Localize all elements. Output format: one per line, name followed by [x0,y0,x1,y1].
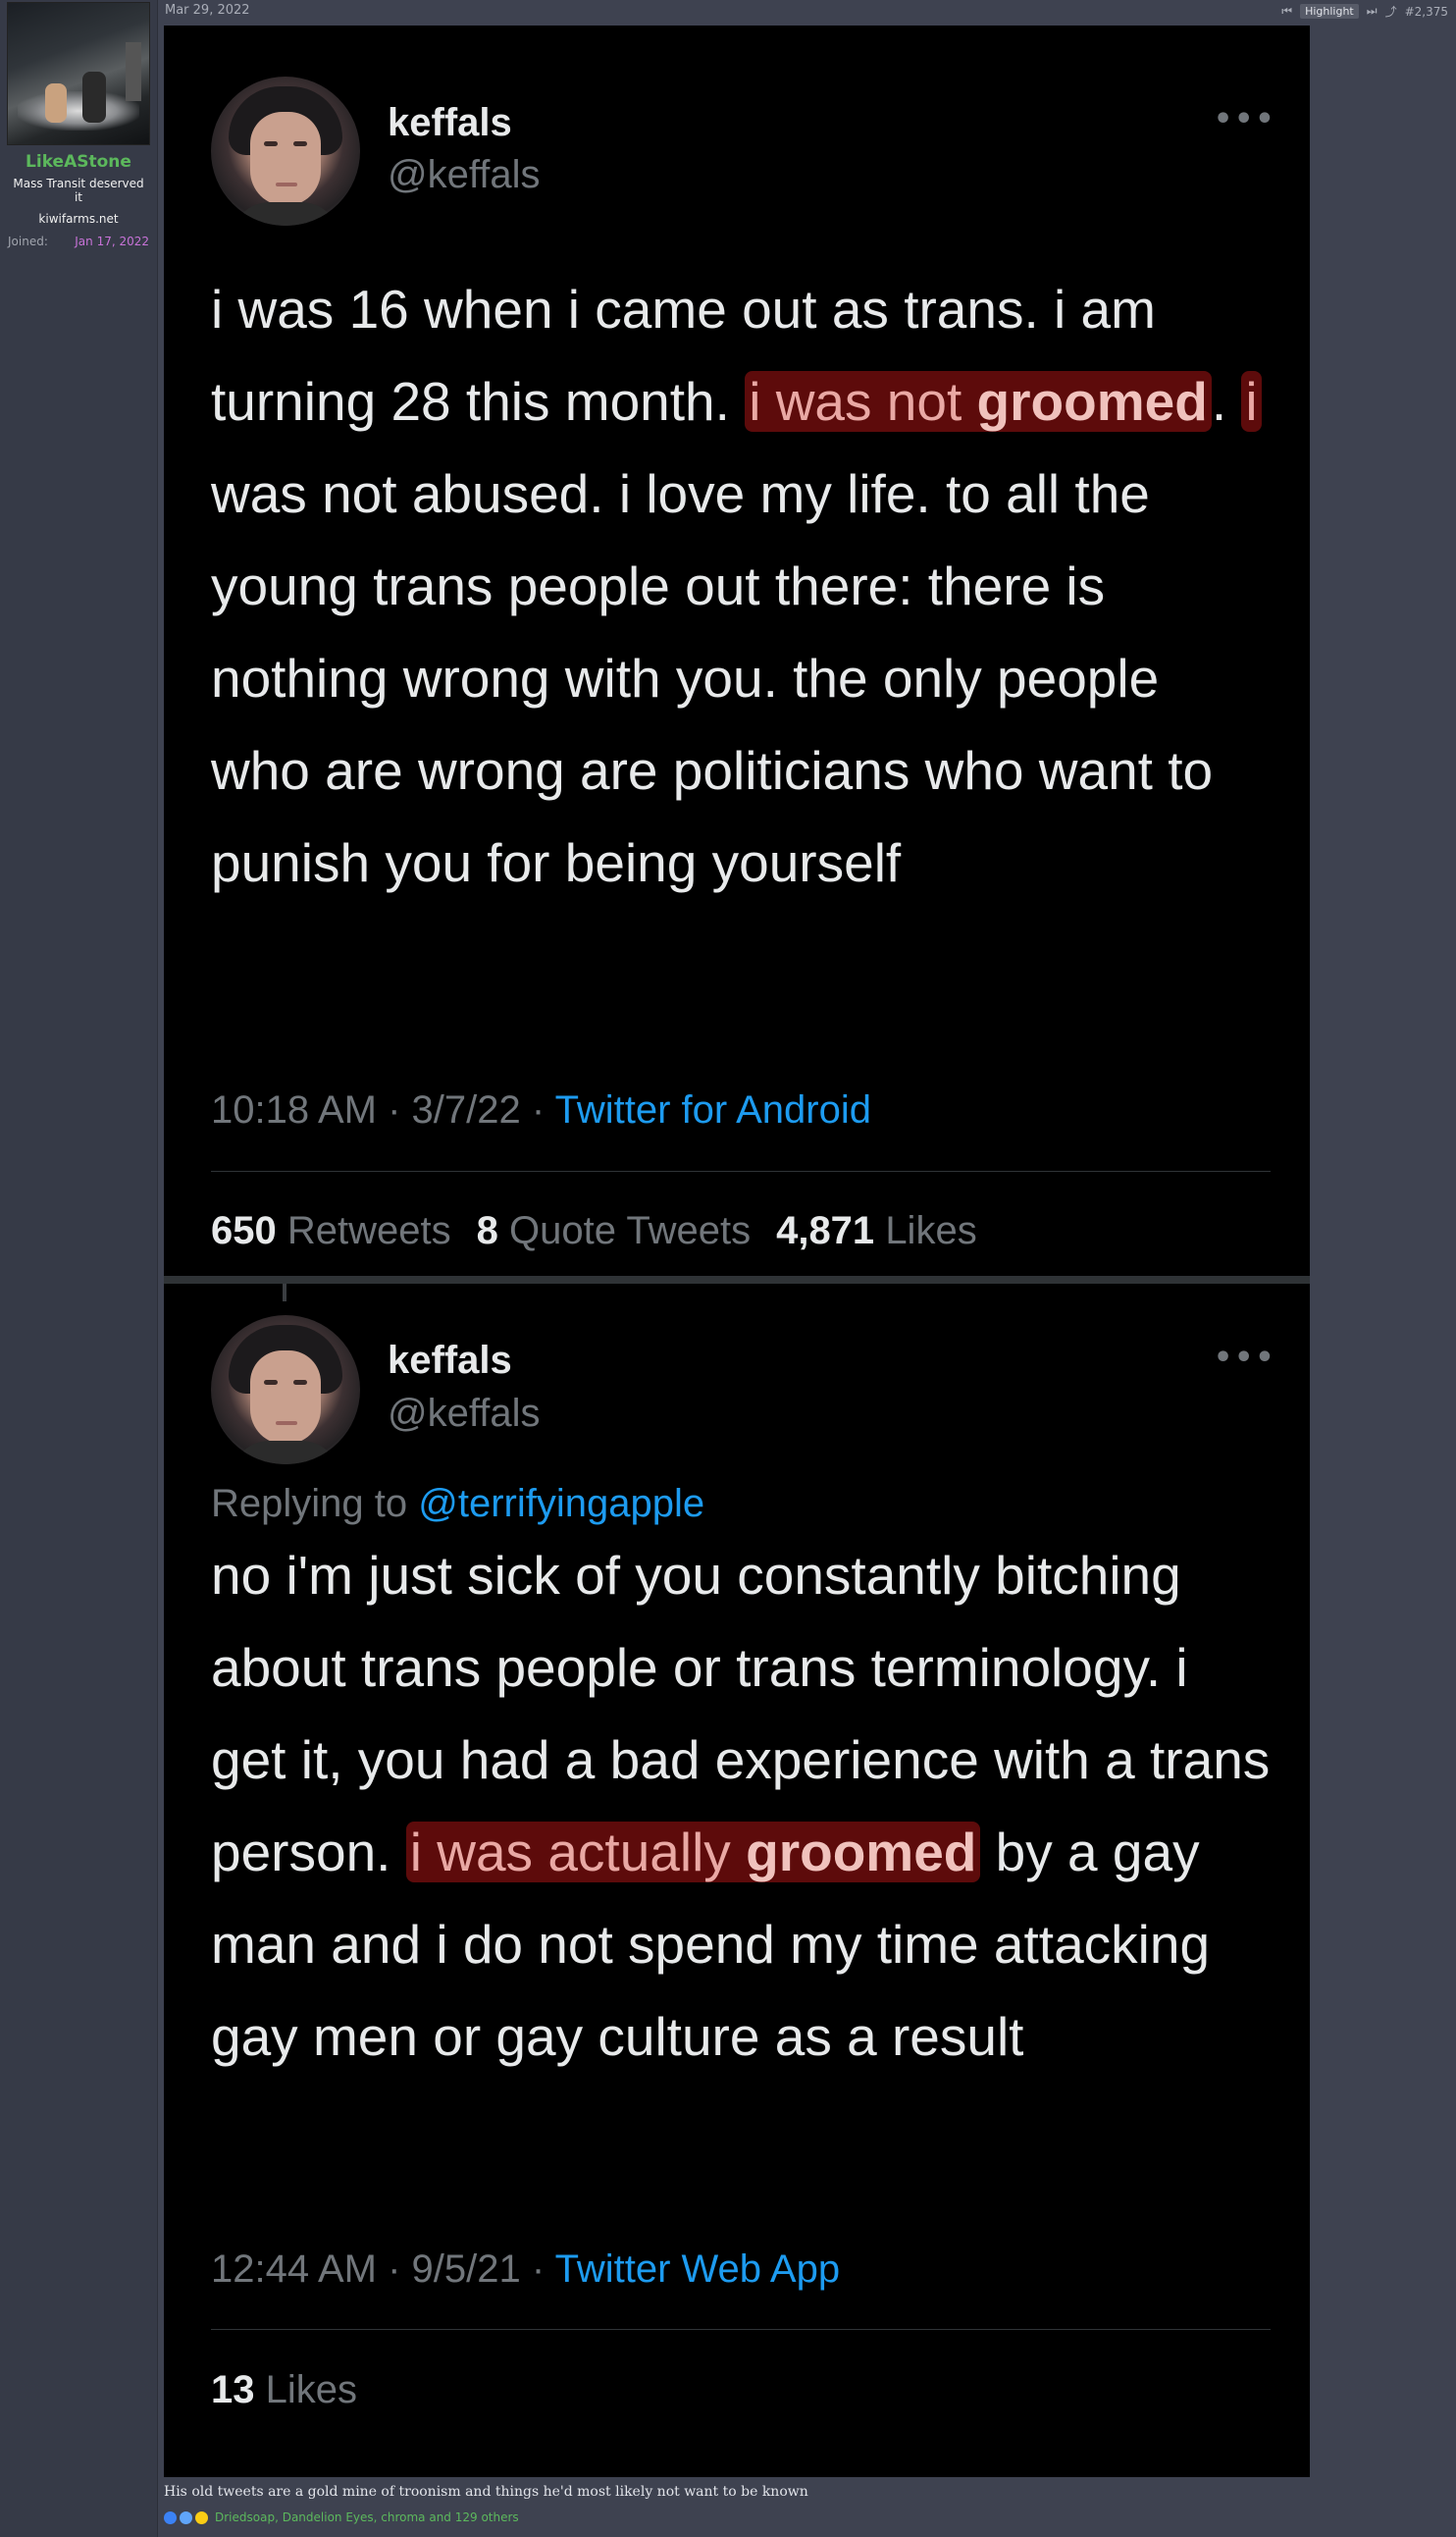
tweet-1: keffals @keffals ••• i was 16 when i cam… [164,26,1310,1278]
tweet-separator [164,1276,1310,1284]
tweet-source: Twitter Web App [554,2247,841,2291]
post-date[interactable]: Mar 29, 2022 [165,3,250,18]
tweet-timestamp: 10:18 AM · 3/7/22 · Twitter for Android [211,1088,871,1132]
divider [211,1171,1271,1172]
like-icon [180,2511,192,2524]
joined-date: Jan 17, 2022 [75,235,149,248]
post-caption: His old tweets are a gold mine of trooni… [164,2484,808,2500]
tweet-text: no i'm just sick of you constantly bitch… [211,1545,1271,2067]
tweet-source: Twitter for Android [554,1088,871,1132]
user-title: Mass Transit deserved it [13,177,144,204]
reactions-bar[interactable]: Driedsoap, Dandelion Eyes, chroma and 12… [164,2511,519,2524]
tweet-author-handle: @keffals [388,153,541,196]
previous-icon[interactable]: ⏮ [1281,4,1292,19]
next-icon[interactable]: ⏭ [1367,4,1378,19]
highlighted-phrase: i was not groomed [745,371,1212,432]
tweet-timestamp: 12:44 AM · 9/5/21 · Twitter Web App [211,2247,841,2291]
tweet-screenshot[interactable]: keffals @keffals ••• i was 16 when i cam… [164,26,1310,2477]
post-tools: ⏮ Highlight ⏭ ⤴ #2,375 [1281,3,1448,20]
more-icon: ••• [1214,102,1276,136]
replying-to: Replying to @terrifyingapple [211,1482,705,1525]
mention-link: @terrifyingapple [418,1482,705,1525]
reactors-list[interactable]: Driedsoap, Dandelion Eyes, chroma and 12… [215,2511,519,2524]
tweet-author-name: keffals [388,1339,512,1382]
highlighted-phrase: i was actually groomed [405,1822,981,1882]
username-link[interactable]: LikeAStone [0,152,157,172]
user-avatar[interactable] [7,2,150,145]
highlight-button[interactable]: Highlight [1300,4,1359,19]
share-icon[interactable]: ⤴ [1385,3,1397,20]
tweet-avatar [211,77,360,226]
divider [211,2329,1271,2330]
tweet-2: keffals @keffals ••• Replying to @terrif… [164,1284,1310,2477]
tweet-stats: 650 Retweets 8 Quote Tweets 4,871 Likes [211,1209,977,1252]
informative-icon [164,2511,177,2524]
tweet-text: i was 16 when i came out as trans. i am … [211,263,1271,909]
more-icon: ••• [1214,1341,1276,1375]
tweet-stats: 13 Likes [211,2368,358,2411]
user-site: kiwifarms.net [38,212,119,226]
user-sidebar: LikeAStone Mass Transit deserved it kiwi… [0,0,158,2537]
tweet-author-handle: @keffals [388,1392,541,1435]
joined-label: Joined: [8,235,48,248]
tweet-author-name: keffals [388,101,512,144]
post-number[interactable]: #2,375 [1405,5,1448,19]
tweet-avatar [211,1315,360,1464]
thinking-icon [195,2511,208,2524]
